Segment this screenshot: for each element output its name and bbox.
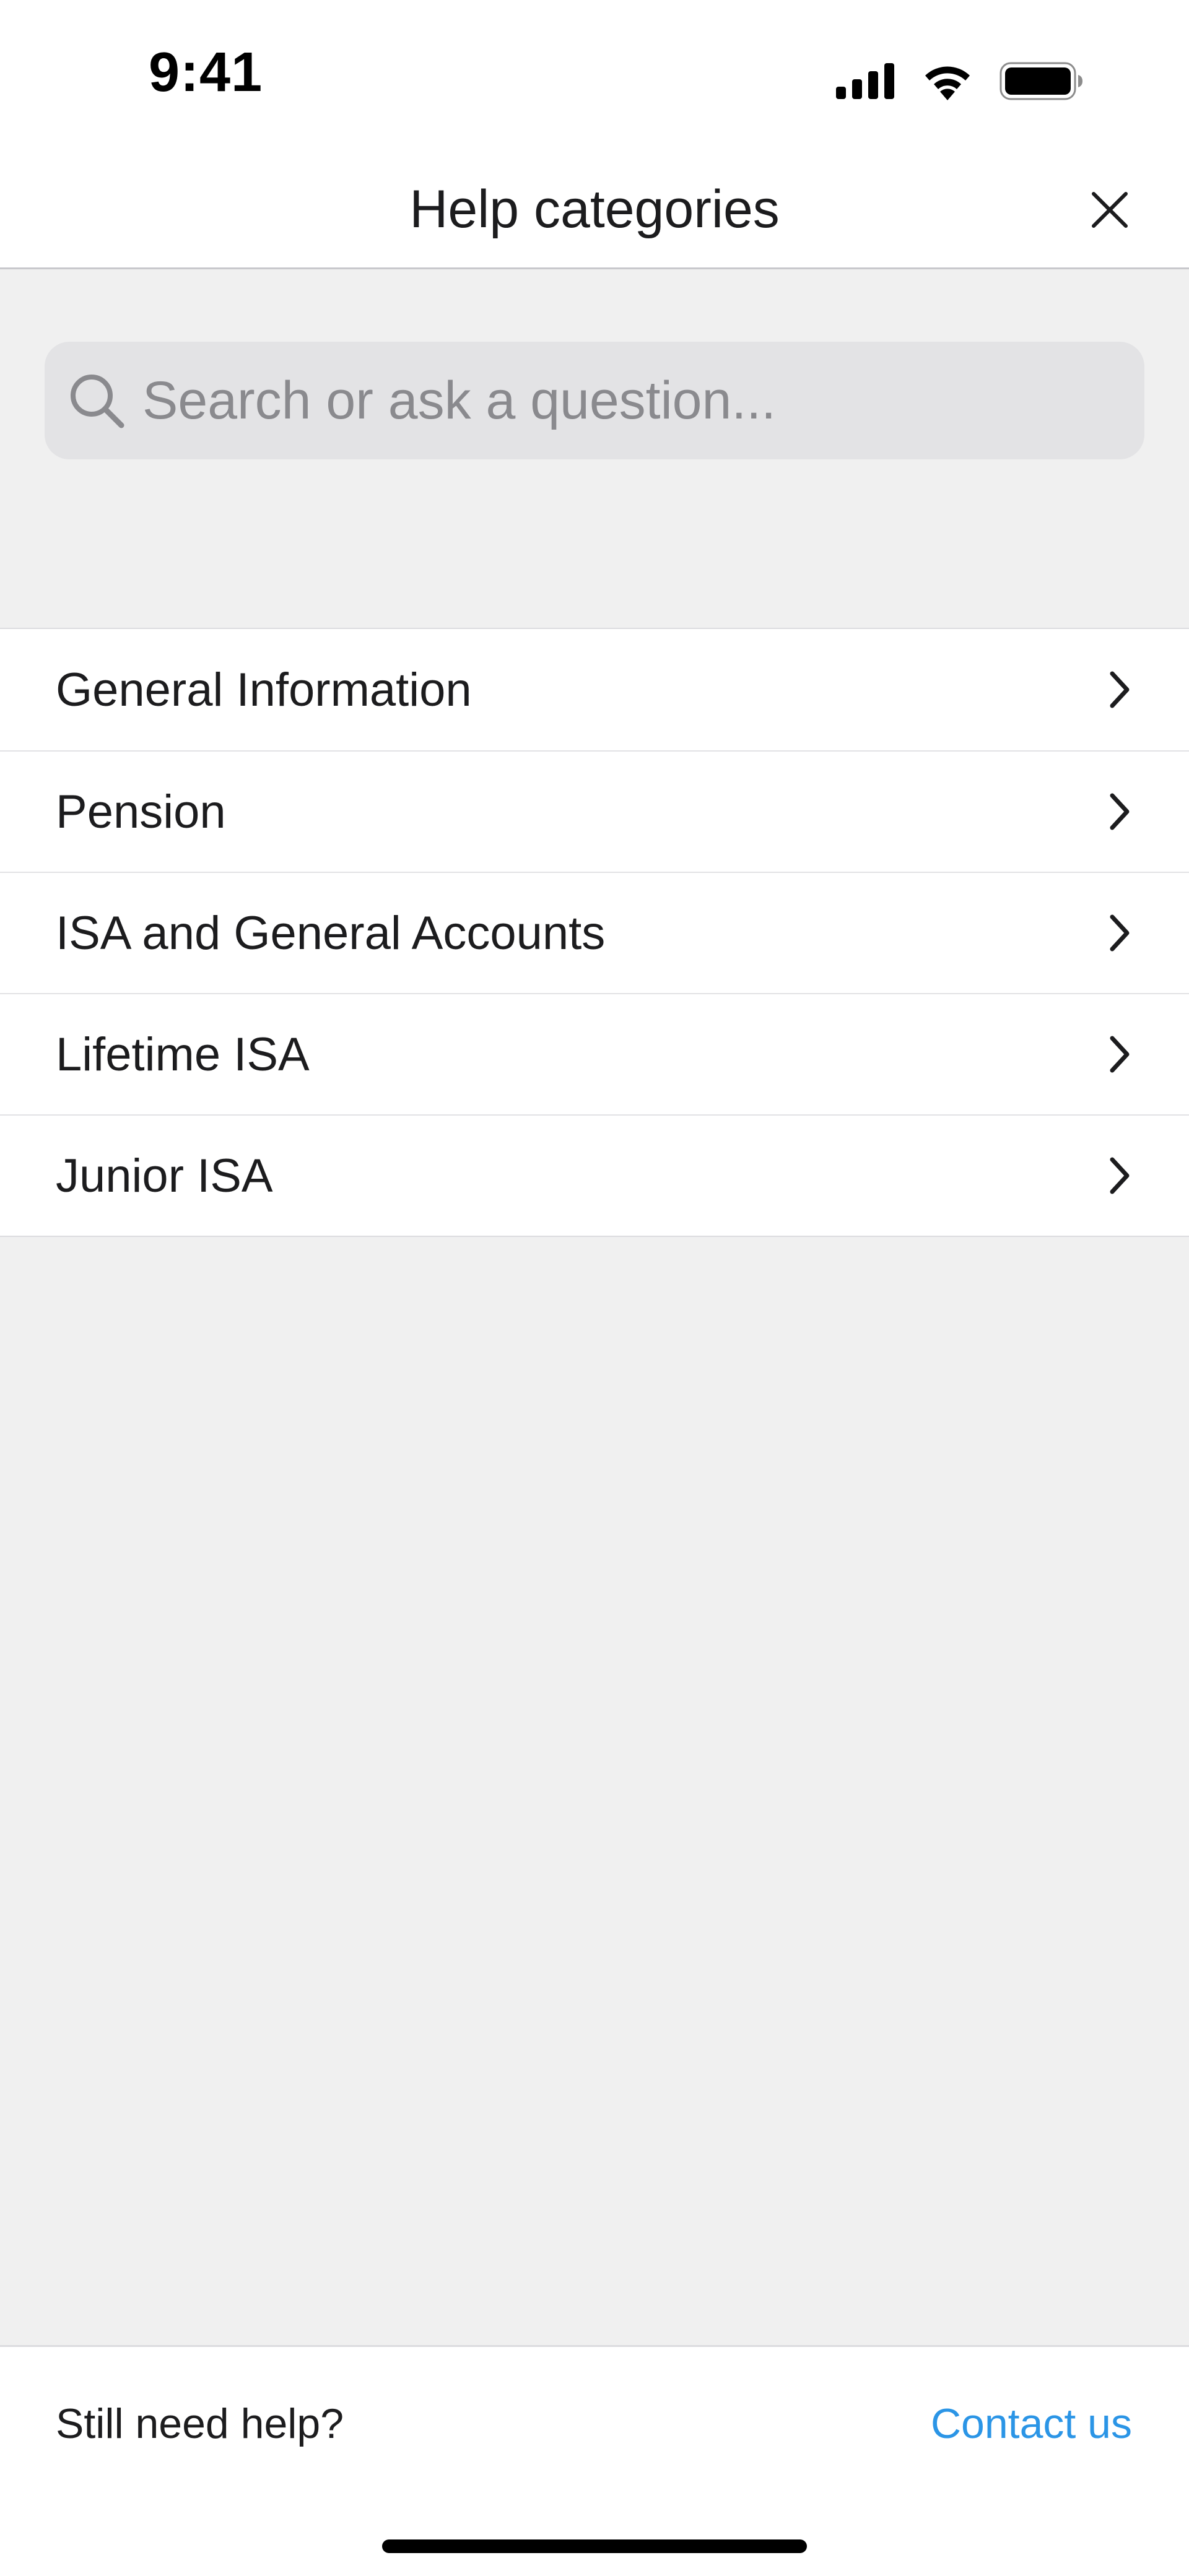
chevron-right-icon [1101,908,1138,958]
status-bar: 9:41 [0,0,1189,153]
page-title: Help categories [409,180,780,239]
category-label: General Information [56,663,472,716]
chevron-right-icon [1101,1151,1138,1200]
cellular-signal-icon [836,63,895,99]
search-input[interactable] [142,363,1108,438]
category-item-general-information[interactable]: General Information [0,629,1189,750]
battery-icon [1000,62,1084,100]
home-indicator[interactable] [382,2539,807,2553]
status-icons [836,59,1084,103]
category-item-isa-and-general-accounts[interactable]: ISA and General Accounts [0,872,1189,993]
wifi-icon [921,62,973,100]
still-need-help-text: Still need help? [56,2400,344,2447]
contact-us-link[interactable]: Contact us [931,2396,1132,2451]
chevron-right-icon [1101,787,1138,836]
footer: Still need help? Contact us [0,2345,1189,2576]
category-label: Junior ISA [56,1149,273,1202]
category-item-pension[interactable]: Pension [0,750,1189,872]
category-list: General Information Pension ISA and Gene… [0,628,1189,1237]
close-icon [1091,191,1128,232]
chevron-right-icon [1101,665,1138,714]
category-label: Lifetime ISA [56,1028,310,1081]
category-label: ISA and General Accounts [56,906,606,960]
category-label: Pension [56,785,226,838]
status-time: 9:41 [149,41,263,103]
category-item-lifetime-isa[interactable]: Lifetime ISA [0,993,1189,1114]
category-item-junior-isa[interactable]: Junior ISA [0,1114,1189,1236]
close-button[interactable] [1080,181,1139,241]
search-icon [66,370,128,432]
nav-header: Help categories [0,153,1189,269]
chevron-right-icon [1101,1030,1138,1079]
search-box[interactable] [45,342,1144,459]
